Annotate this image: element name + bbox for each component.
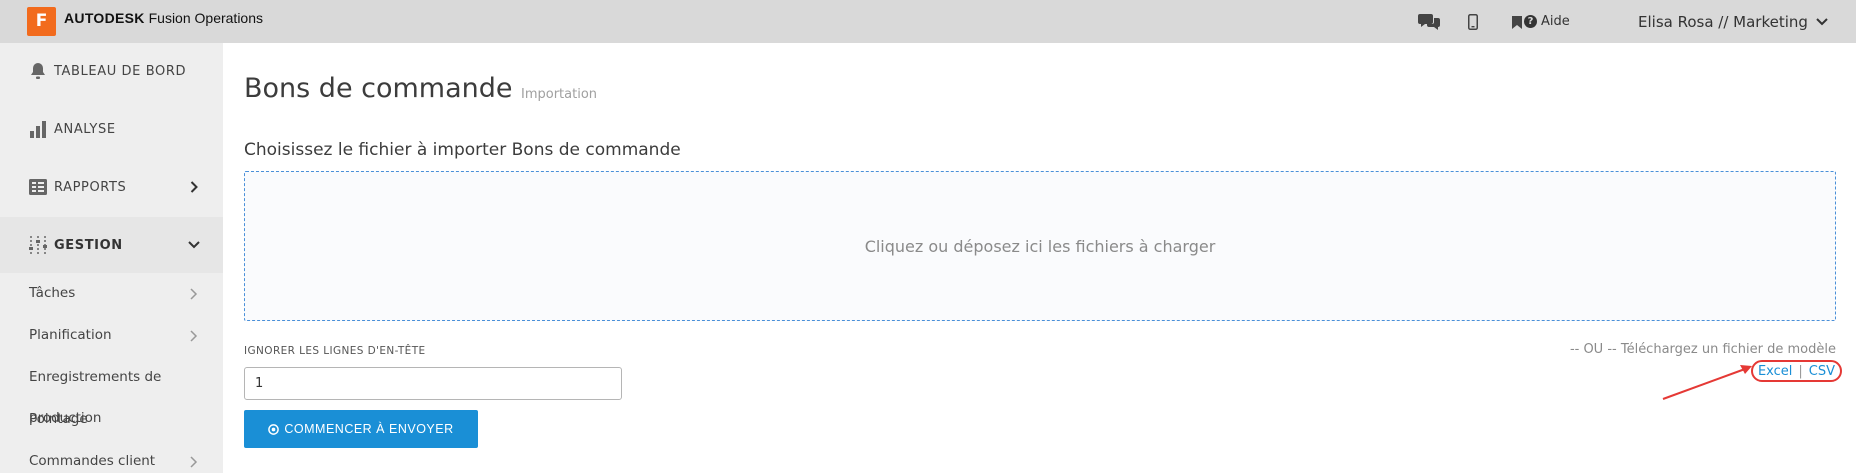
mobile-icon[interactable]	[1462, 11, 1484, 33]
brand-bold: AUTODESK	[64, 10, 145, 26]
sidebar-item-management[interactable]: GESTION	[0, 217, 223, 273]
file-dropzone[interactable]: Cliquez ou déposez ici les fichiers à ch…	[244, 171, 1836, 321]
bell-icon	[28, 61, 48, 81]
sidebar-item-label: TABLEAU DE BORD	[54, 63, 187, 79]
sidebar-subitem-time-tracking[interactable]: Pointage	[0, 405, 223, 435]
upload-circle-icon	[268, 423, 280, 435]
sliders-icon	[28, 235, 48, 255]
sidebar-subitem-label: Commandes client	[29, 453, 156, 469]
start-upload-button[interactable]: COMMENCER À ENVOYER	[244, 410, 478, 448]
help-label: Aide	[1541, 14, 1570, 29]
sidebar-subitem-tasks[interactable]: Tâches	[0, 279, 223, 309]
template-excel-link[interactable]: Excel	[1758, 364, 1792, 379]
annotation-arrow	[1662, 365, 1752, 400]
sidebar-item-analysis[interactable]: ANALYSE	[0, 101, 223, 157]
start-upload-label: COMMENCER À ENVOYER	[284, 422, 454, 436]
template-csv-link[interactable]: CSV	[1809, 364, 1835, 379]
chevron-right-icon	[190, 330, 198, 342]
user-menu[interactable]: Elisa Rosa // Marketing	[1638, 13, 1828, 31]
header-lines-input[interactable]	[244, 367, 622, 400]
help-link[interactable]: ? Aide	[1524, 14, 1570, 29]
sidebar-item-dashboard[interactable]: TABLEAU DE BORD	[0, 43, 223, 99]
chevron-right-icon	[188, 181, 200, 193]
chevron-right-icon	[190, 456, 198, 468]
dropzone-text: Cliquez ou déposez ici les fichiers à ch…	[864, 236, 1216, 256]
sidebar-subitem-label: Tâches	[29, 285, 76, 301]
brand-rest: Fusion Operations	[148, 10, 264, 26]
section-title: Choisissez le fichier à importer Bons de…	[244, 140, 681, 160]
sidebar-item-reports[interactable]: RAPPORTS	[0, 159, 223, 215]
chat-icon[interactable]	[1418, 11, 1440, 33]
chevron-down-icon	[188, 239, 200, 251]
template-links-highlight: Excel | CSV	[1751, 360, 1842, 382]
sidebar-item-label: RAPPORTS	[54, 179, 127, 195]
sidebar-item-label: GESTION	[54, 237, 123, 253]
brand-name: AUTODESK Fusion Operations	[64, 10, 263, 26]
sidebar: TABLEAU DE BORD ANALYSE RAPPORTS GESTION…	[0, 43, 223, 473]
chevron-right-icon	[190, 288, 198, 300]
reports-icon	[28, 177, 48, 197]
sidebar-subitem-planning[interactable]: Planification	[0, 321, 223, 351]
template-separator: |	[1798, 363, 1803, 379]
sidebar-subitem-label: Pointage	[29, 411, 88, 427]
user-label: Elisa Rosa // Marketing	[1638, 13, 1808, 31]
template-download-text: -- OU -- Téléchargez un fichier de modèl…	[1569, 342, 1836, 357]
sidebar-subitem-label: Enregistrements de	[29, 369, 162, 385]
sidebar-subitem-label: Planification	[29, 327, 112, 343]
bar-chart-icon	[28, 119, 48, 139]
page-title: Bons de commande	[244, 73, 513, 104]
page-subtitle: Importation	[521, 87, 598, 102]
fusion-logo[interactable]: F	[27, 7, 56, 36]
header-lines-label: IGNORER LES LIGNES D'EN-TÊTE	[244, 345, 426, 357]
sidebar-subitem-production-records[interactable]: Enregistrements de	[0, 363, 223, 393]
chevron-down-icon	[1816, 18, 1828, 26]
sidebar-item-label: ANALYSE	[54, 121, 116, 137]
top-bar: F AUTODESK Fusion Operations ? Aide Elis…	[0, 0, 1856, 43]
help-icon: ?	[1524, 15, 1537, 28]
sidebar-subitem-customer-orders[interactable]: Commandes client	[0, 447, 223, 473]
